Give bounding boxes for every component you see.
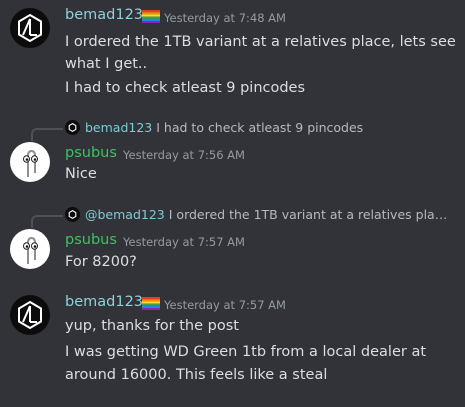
timestamp: Yesterday at 7:48 AM	[164, 11, 286, 25]
linkin-park-logo-icon	[18, 300, 42, 330]
reply-author[interactable]: bemad123	[85, 120, 152, 135]
avatar-psubus[interactable]	[10, 142, 50, 182]
reply-spine	[31, 215, 63, 228]
reply-author[interactable]: @bemad123	[85, 207, 165, 222]
rainbow-flag-icon	[142, 297, 160, 310]
message-text: around 16000. This feels like a steal	[65, 367, 328, 383]
message-text: yup, thanks for the post	[65, 318, 239, 334]
message-text: Nice	[65, 166, 97, 182]
username[interactable]: psubus	[65, 145, 117, 161]
message-text: For 8200?	[65, 254, 137, 270]
username[interactable]: bemad123	[65, 294, 143, 310]
reply-preview[interactable]: @bemad123 I ordered the 1TB variant at a…	[65, 207, 453, 222]
paperclip-mascot-icon	[23, 236, 38, 264]
avatar-bemad123[interactable]	[10, 8, 50, 48]
message-text: I was getting WD Green 1tb from a local …	[65, 344, 427, 360]
timestamp: Yesterday at 7:57 AM	[123, 235, 245, 249]
paperclip-mascot-icon	[23, 149, 38, 177]
avatar-bemad123[interactable]	[10, 295, 50, 335]
message-text: what I get..	[65, 56, 148, 72]
linkin-park-logo-icon	[18, 13, 42, 43]
rainbow-flag-icon	[142, 10, 160, 23]
timestamp: Yesterday at 7:57 AM	[164, 298, 286, 312]
message-text: I ordered the 1TB variant at a relatives…	[65, 34, 456, 50]
reply-avatar-icon	[65, 120, 80, 135]
message-text: I had to check atleast 9 pincodes	[65, 80, 306, 96]
reply-preview[interactable]: bemad123 I had to check atleast 9 pincod…	[65, 120, 363, 135]
reply-avatar-icon	[65, 207, 80, 222]
username[interactable]: bemad123	[65, 7, 143, 23]
reply-text[interactable]: I had to check atleast 9 pincodes	[156, 120, 363, 135]
reply-spine	[31, 128, 63, 141]
reply-text[interactable]: I ordered the 1TB variant at a relatives…	[169, 207, 453, 222]
username[interactable]: psubus	[65, 232, 117, 248]
timestamp: Yesterday at 7:56 AM	[123, 148, 245, 162]
avatar-psubus[interactable]	[10, 229, 50, 269]
